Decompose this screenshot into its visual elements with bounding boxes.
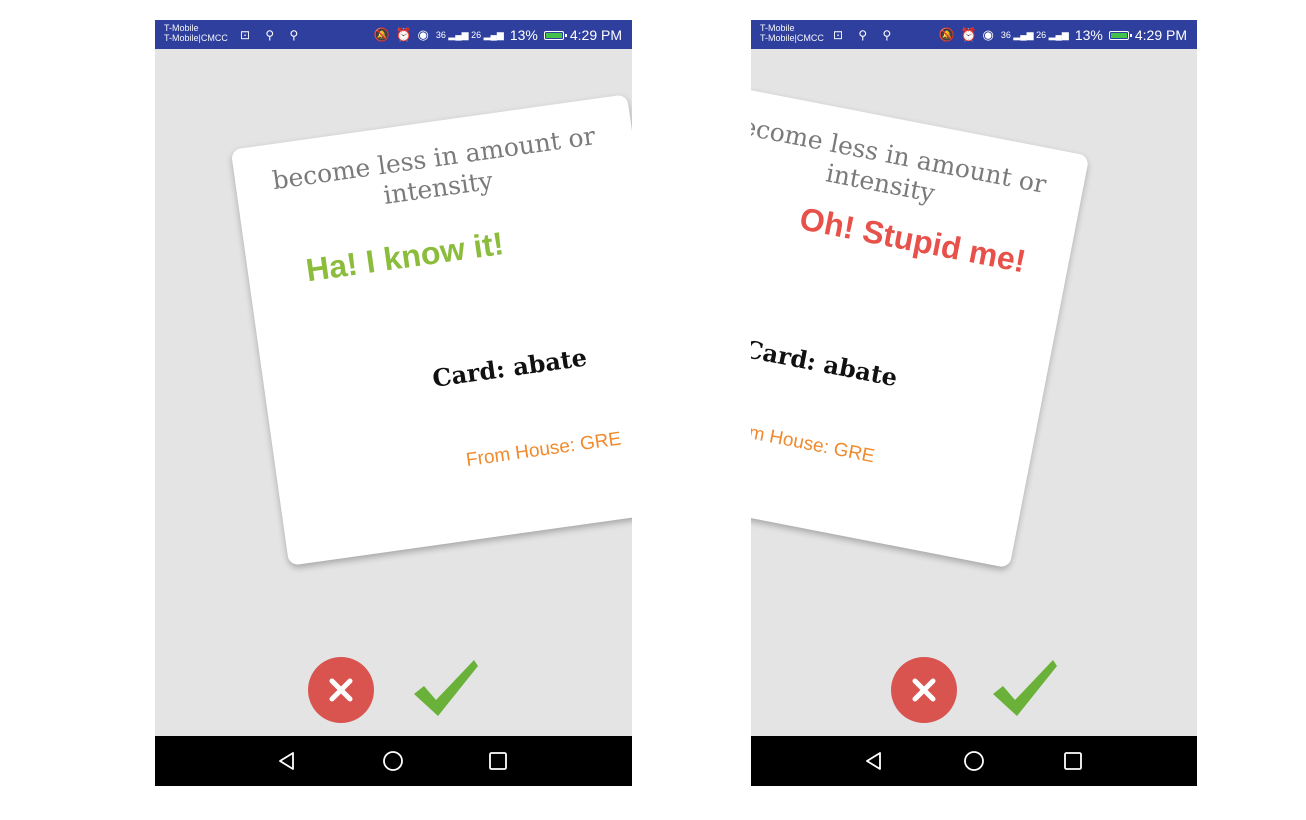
status-time: 4:29 PM xyxy=(1134,27,1187,43)
signal-icon: 36 ▂▄▆ 26 ▂▄▆ xyxy=(1000,29,1069,40)
card-word: Card: abate xyxy=(751,333,900,393)
phone-screen-right: T-Mobile T-Mobile|CMCC ⊡ ⚲ ⚲ 🔕 ⏰ ◉ 36 ▂▄… xyxy=(751,20,1197,786)
status-indicators: 🔕 ⏰ ◉ 36 ▂▄▆ 26 ▂▄▆ 13% 4:29 PM xyxy=(939,27,1187,43)
back-triangle-icon xyxy=(866,752,881,770)
signal-icon: 36 ▂▄▆ 26 ▂▄▆ xyxy=(435,29,504,40)
status-indicators: 🔕 ⏰ ◉ 36 ▂▄▆ 26 ▂▄▆ 13% 4:29 PM xyxy=(374,27,622,43)
battery-percent: 13% xyxy=(509,27,538,43)
navigation-bar xyxy=(751,736,1197,786)
close-icon xyxy=(912,678,936,702)
close-icon xyxy=(329,678,353,702)
card-word: Card: abate xyxy=(430,342,589,393)
nav-back-button[interactable] xyxy=(862,749,886,773)
card-definition: become less in amount or intensity xyxy=(751,108,1049,208)
accept-button[interactable] xyxy=(991,658,1063,722)
battery-percent: 13% xyxy=(1074,27,1103,43)
home-circle-icon xyxy=(383,751,403,771)
status-bar: T-Mobile T-Mobile|CMCC ⊡ ⚲ ⚲ 🔕 ⏰ ◉ 36 ▂▄… xyxy=(155,20,632,49)
carrier-label: T-Mobile T-Mobile|CMCC xyxy=(164,23,228,43)
system-status-icons: 🔕 ⏰ ◉ xyxy=(373,27,430,42)
home-circle-icon xyxy=(964,751,984,771)
usb-notification-icons: ⊡ ⚲ ⚲ xyxy=(240,28,305,42)
system-status-icons: 🔕 ⏰ ◉ xyxy=(938,27,995,42)
phone-screen-left: T-Mobile T-Mobile|CMCC ⊡ ⚲ ⚲ 🔕 ⏰ ◉ 36 ▂▄… xyxy=(155,20,632,786)
checkmark-icon xyxy=(414,660,478,716)
back-triangle-icon xyxy=(279,752,294,770)
reject-button[interactable] xyxy=(891,657,957,723)
accept-button[interactable] xyxy=(412,658,484,722)
nav-home-button[interactable] xyxy=(962,749,986,773)
nav-recents-button[interactable] xyxy=(486,749,510,773)
flashcard[interactable]: become less in amount or intensity Ha! I… xyxy=(230,94,632,566)
battery-icon xyxy=(1108,30,1132,40)
usb-notification-icons: ⊡ ⚲ ⚲ xyxy=(833,28,898,42)
nav-back-button[interactable] xyxy=(275,749,299,773)
carrier-label: T-Mobile T-Mobile|CMCC xyxy=(760,23,824,43)
nav-recents-button[interactable] xyxy=(1061,749,1085,773)
nav-home-button[interactable] xyxy=(381,749,405,773)
reject-button[interactable] xyxy=(308,657,374,723)
status-bar: T-Mobile T-Mobile|CMCC ⊡ ⚲ ⚲ 🔕 ⏰ ◉ 36 ▂▄… xyxy=(751,20,1197,49)
card-source: From House: GRE xyxy=(751,416,877,468)
card-definition: become less in amount or intensity xyxy=(270,121,598,210)
status-time: 4:29 PM xyxy=(569,27,622,43)
navigation-bar xyxy=(155,736,632,786)
feedback-know-label: Ha! I know it! xyxy=(303,225,506,289)
battery-icon xyxy=(543,30,567,40)
recents-square-icon xyxy=(489,752,507,770)
checkmark-icon xyxy=(993,660,1057,716)
recents-square-icon xyxy=(1064,752,1082,770)
card-source: From House: GRE xyxy=(464,428,623,472)
flashcard[interactable]: become less in amount or intensity Oh! S… xyxy=(751,79,1090,569)
